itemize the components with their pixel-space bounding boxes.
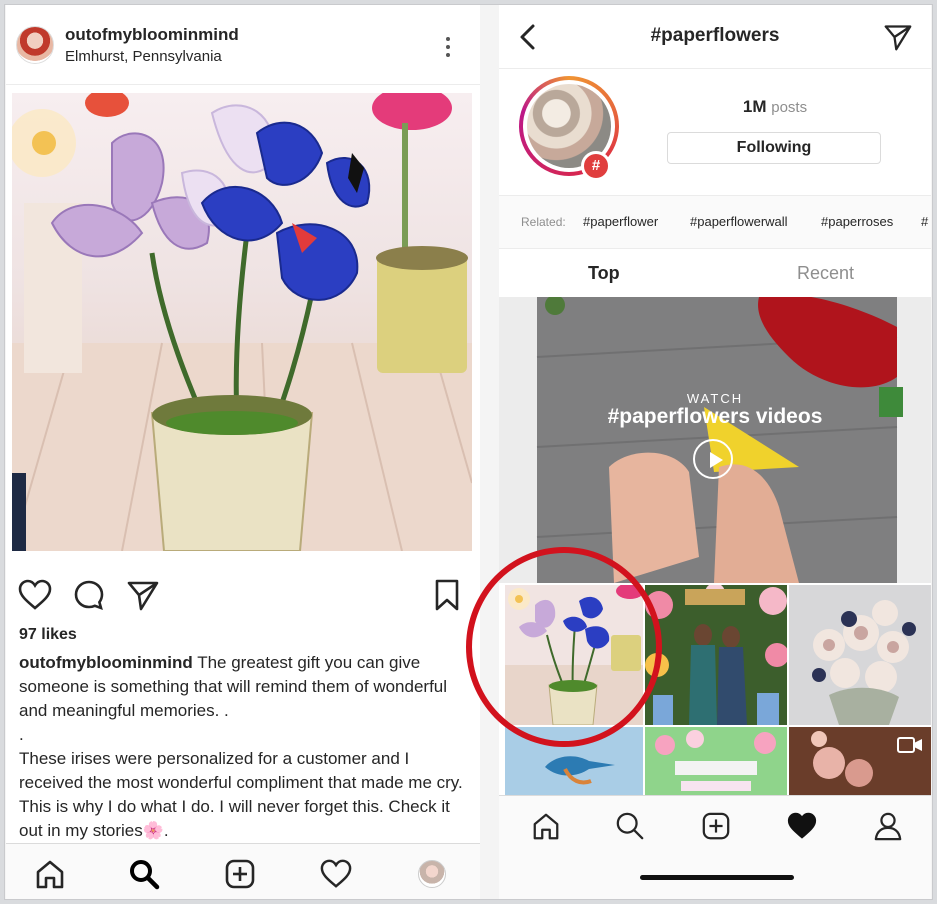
grid-post-party[interactable] [645, 727, 787, 795]
posts-count-value: 1M [742, 97, 767, 116]
posts-count-label: posts [771, 99, 808, 116]
hashtag-screen: #paperflowers # 1M posts Following Relat… [499, 5, 931, 899]
highlight-circle [466, 547, 662, 747]
activity-heart-icon[interactable] [320, 858, 352, 890]
home-indicator[interactable] [640, 875, 794, 880]
bouquet-thumbnail-image [789, 585, 931, 725]
bookmark-icon[interactable] [434, 579, 460, 611]
video-camera-icon [897, 737, 922, 753]
related-tag[interactable]: #paperflower [583, 214, 658, 229]
post-screen: outofmybloominmind Elmhurst, Pennsylvani… [6, 5, 480, 899]
profile-avatar-icon[interactable] [418, 860, 446, 888]
post-header: outofmybloominmind Elmhurst, Pennsylvani… [6, 5, 480, 85]
feed-tabs: Top Recent [499, 251, 931, 297]
search-icon[interactable] [615, 811, 645, 841]
video-title: #paperflowers videos [607, 405, 823, 428]
profile-icon[interactable] [873, 811, 903, 841]
watch-videos-tile[interactable]: WATCH #paperflowers videos [499, 297, 931, 583]
following-button[interactable]: Following [667, 132, 881, 164]
likes-count[interactable]: 97 likes [19, 626, 77, 644]
related-tags-bar: Related: #paperflower #paperflowerwall #… [499, 195, 931, 249]
share-send-icon[interactable] [126, 579, 160, 611]
hashtag-header: #paperflowers [499, 5, 931, 69]
caption-story: These irises were personalized for a cus… [19, 749, 463, 840]
more-options-icon[interactable] [444, 37, 452, 59]
add-post-icon[interactable] [224, 858, 256, 890]
related-tag[interactable]: #paperflowerwall [690, 214, 788, 229]
activity-heart-filled-icon[interactable] [787, 811, 817, 841]
play-icon[interactable] [693, 439, 733, 479]
bottom-tab-bar [6, 843, 480, 899]
home-icon[interactable] [531, 811, 561, 841]
post-caption: outofmybloominmind The greatest gift you… [19, 651, 465, 843]
avatar[interactable] [16, 26, 54, 64]
grid-post-bouquet[interactable] [789, 585, 931, 725]
like-heart-icon[interactable] [18, 579, 52, 611]
post-username[interactable]: outofmybloominmind [65, 25, 239, 45]
tab-recent[interactable]: Recent [797, 263, 854, 284]
home-icon[interactable] [34, 858, 66, 890]
bottom-tab-bar [499, 795, 931, 899]
hashtag-badge: # [581, 151, 611, 181]
add-post-icon[interactable] [701, 811, 731, 841]
post-photo[interactable] [12, 93, 472, 551]
caption-username[interactable]: outofmybloominmind [19, 653, 193, 672]
search-icon[interactable] [128, 858, 160, 890]
caption-separator: . [19, 725, 24, 744]
posts-count: 1M posts [667, 97, 883, 117]
watch-label: WATCH [686, 391, 744, 406]
related-tag[interactable]: # [921, 214, 928, 229]
related-tag[interactable]: #paperroses [821, 214, 893, 229]
flower-wall-thumbnail-image [645, 585, 787, 725]
grid-post-flower-wall[interactable] [645, 585, 787, 725]
post-location[interactable]: Elmhurst, Pennsylvania [65, 48, 222, 65]
party-thumbnail-image [645, 727, 787, 795]
iris-flowers-image [12, 93, 472, 551]
comment-icon[interactable] [73, 579, 105, 611]
related-label: Related: [521, 215, 566, 229]
post-actions [6, 571, 480, 615]
share-send-icon[interactable] [883, 23, 913, 51]
grid-post-roses[interactable] [789, 727, 931, 795]
hashtag-title: #paperflowers [650, 25, 780, 46]
tab-top[interactable]: Top [588, 263, 620, 284]
